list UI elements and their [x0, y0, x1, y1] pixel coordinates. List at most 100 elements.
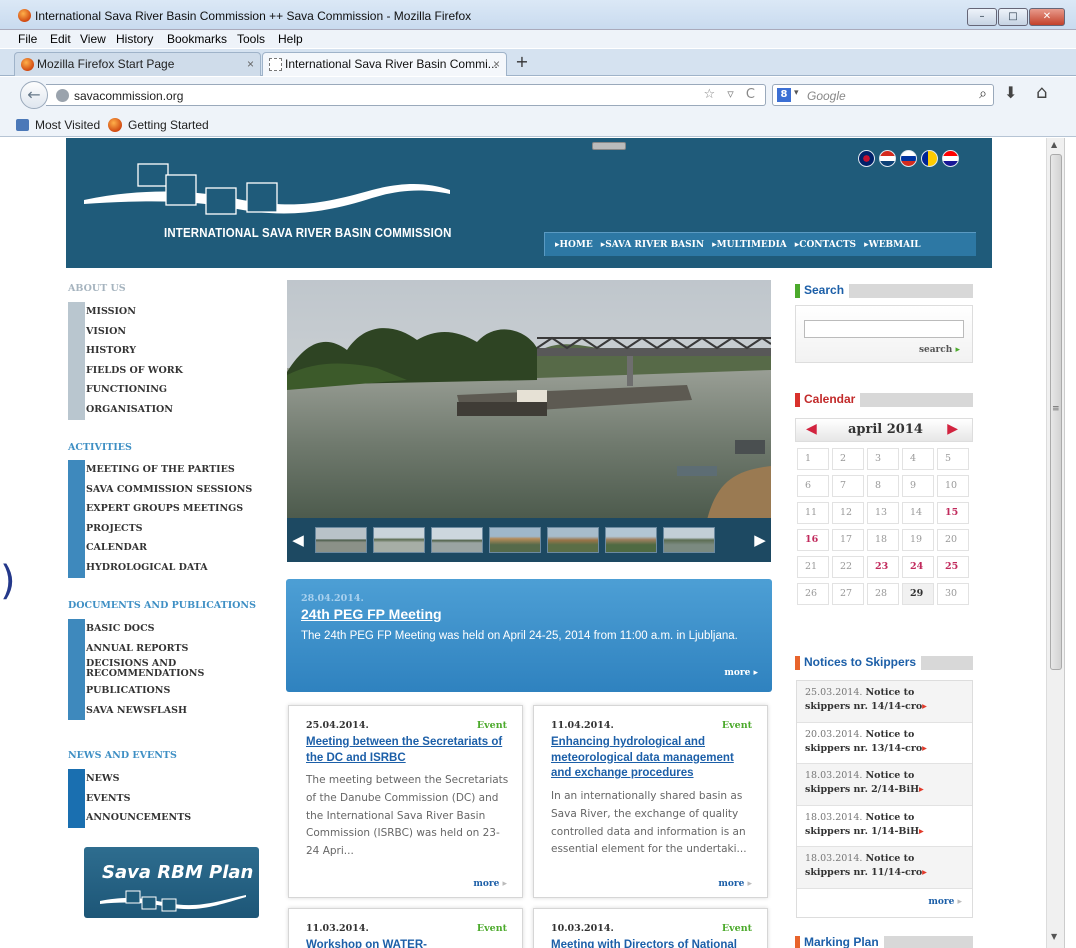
notice-link[interactable]: skippers nr. 13/14-cro [805, 743, 922, 754]
calendar-day[interactable]: 5 [937, 448, 969, 470]
thumbnail[interactable] [489, 527, 541, 553]
calendar-day[interactable]: 13 [867, 502, 899, 524]
menu-edit[interactable]: Edit [50, 32, 71, 46]
card-more-link[interactable]: more ▸ [718, 879, 752, 889]
nav-decisions[interactable]: DECISIONS AND RECOMMENDATIONS [85, 658, 268, 681]
card-title-link[interactable]: Meeting between the Secretariats of the … [306, 735, 511, 766]
scroll-down-icon[interactable]: ▼ [1051, 932, 1057, 941]
calendar-day[interactable]: 29 [902, 583, 934, 605]
new-tab-button[interactable]: + [510, 53, 534, 73]
notice-item[interactable]: 18.03.2014. Notice to skippers nr. 11/14-… [797, 847, 972, 889]
card-title-link[interactable]: Enhancing hydrological and meteorologica… [551, 735, 756, 782]
flag-croatia-icon[interactable] [942, 150, 959, 167]
nav-expert-groups[interactable]: EXPERT GROUPS MEETINGS [85, 499, 268, 519]
calendar-day[interactable]: 22 [832, 556, 864, 578]
slider-prev-icon[interactable]: ◀ [287, 531, 309, 549]
calendar-day[interactable]: 27 [832, 583, 864, 605]
back-button[interactable]: ← [20, 81, 48, 109]
bookmark-most-visited[interactable]: Most Visited [35, 118, 100, 132]
featured-title[interactable]: 24th PEG FP Meeting [301, 606, 442, 622]
section-news-events[interactable]: NEWS AND EVENTS [68, 750, 177, 761]
featured-more-link[interactable]: more ▸ [724, 668, 758, 678]
notice-link[interactable]: skippers nr. 11/14-cro [805, 867, 922, 878]
nav-sava-river-basin[interactable]: ▸SAVA RIVER BASIN [601, 240, 704, 250]
thumbnail[interactable] [431, 527, 483, 553]
calendar-day[interactable]: 3 [867, 448, 899, 470]
minimize-button[interactable]: – [967, 8, 997, 26]
calendar-day[interactable]: 1 [797, 448, 829, 470]
menu-file[interactable]: File [18, 32, 37, 46]
notice-link[interactable]: skippers nr. 14/14-cro [805, 701, 922, 712]
calendar-day[interactable]: 12 [832, 502, 864, 524]
scroll-up-icon[interactable]: ▲ [1051, 140, 1057, 149]
notice-item[interactable]: 18.03.2014. Notice to skippers nr. 1/14-B… [797, 806, 972, 847]
flag-english-icon[interactable] [858, 150, 875, 167]
home-icon[interactable]: ⌂ [1036, 82, 1047, 103]
nav-events[interactable]: EVENTS [85, 789, 268, 809]
nav-history[interactable]: HISTORY [85, 341, 268, 361]
calendar-day[interactable]: 9 [902, 475, 934, 497]
page-scrollbar[interactable]: ▲ ≡ ▼ [1046, 138, 1064, 948]
nav-vision[interactable]: VISION [85, 322, 268, 342]
dropdown-caret-icon[interactable]: ▾ [794, 88, 799, 98]
section-activities[interactable]: ACTIVITIES [68, 442, 132, 453]
card-title-link[interactable]: Workshop on WATER- [306, 938, 511, 948]
google-engine-icon[interactable]: 8 [777, 88, 791, 102]
notices-more-link[interactable]: more ▸ [797, 889, 972, 917]
notice-item[interactable]: 20.03.2014. Notice to skippers nr. 13/14-… [797, 723, 972, 764]
notice-item[interactable]: 18.03.2014. Notice to skippers nr. 2/14-B… [797, 764, 972, 806]
site-title[interactable]: INTERNATIONAL SAVA RIVER BASIN COMMISSIO… [164, 225, 452, 240]
bookmark-star-icon[interactable]: ☆ ▿ C [703, 87, 759, 102]
calendar-day[interactable]: 10 [937, 475, 969, 497]
calendar-day[interactable]: 28 [867, 583, 899, 605]
nav-announcements[interactable]: ANNOUNCEMENTS [85, 808, 268, 828]
notice-item[interactable]: 25.03.2014. Notice to skippers nr. 14/14-… [797, 681, 972, 723]
menu-help[interactable]: Help [278, 32, 303, 46]
nav-mission[interactable]: MISSION [85, 302, 268, 322]
menu-tools[interactable]: Tools [237, 32, 265, 46]
calendar-day[interactable]: 18 [867, 529, 899, 551]
nav-annual-reports[interactable]: ANNUAL REPORTS [85, 639, 268, 659]
nav-calendar[interactable]: CALENDAR [85, 538, 268, 558]
calendar-day[interactable]: 21 [797, 556, 829, 578]
thumbnail[interactable] [373, 527, 425, 553]
download-icon[interactable]: ⬇ [1004, 83, 1017, 102]
notice-link[interactable]: skippers nr. 2/14-BiH [805, 784, 919, 795]
section-documents[interactable]: DOCUMENTS AND PUBLICATIONS [68, 600, 256, 611]
thumbnail[interactable] [663, 527, 715, 553]
nav-news[interactable]: NEWS [85, 769, 268, 789]
nav-hydrological-data[interactable]: HYDROLOGICAL DATA [85, 558, 268, 578]
calendar-next-icon[interactable]: ▶ [947, 421, 958, 437]
calendar-day[interactable]: 14 [902, 502, 934, 524]
calendar-day[interactable]: 24 [902, 556, 934, 578]
thumbnail[interactable] [547, 527, 599, 553]
nav-webmail[interactable]: ▸WEBMAIL [864, 240, 921, 250]
nav-functioning[interactable]: FUNCTIONING [85, 380, 268, 400]
close-window-button[interactable]: ✕ [1029, 8, 1065, 26]
section-about-us[interactable]: ABOUT US [68, 283, 126, 294]
featured-news[interactable]: 28.04.2014. 24th PEG FP Meeting The 24th… [286, 579, 772, 692]
calendar-day[interactable]: 19 [902, 529, 934, 551]
nav-contacts[interactable]: ▸CONTACTS [795, 240, 856, 250]
nav-home[interactable]: ▸HOME [555, 240, 593, 250]
nav-basic-docs[interactable]: BASIC DOCS [85, 619, 268, 639]
flag-serbia-icon[interactable] [879, 150, 896, 167]
site-search-button[interactable]: search ▸ [919, 345, 960, 355]
thumbnail[interactable] [605, 527, 657, 553]
logo[interactable] [82, 160, 452, 220]
nav-projects[interactable]: PROJECTS [85, 519, 268, 539]
calendar-day[interactable]: 16 [797, 529, 829, 551]
flag-bosnia-icon[interactable] [921, 150, 938, 167]
menu-bookmarks[interactable]: Bookmarks [167, 32, 227, 46]
nav-multimedia[interactable]: ▸MULTIMEDIA [712, 240, 787, 250]
menu-history[interactable]: History [116, 32, 153, 46]
calendar-day[interactable]: 4 [902, 448, 934, 470]
calendar-day[interactable]: 6 [797, 475, 829, 497]
flag-slovenia-icon[interactable] [900, 150, 917, 167]
nav-fields-of-work[interactable]: FIELDS OF WORK [85, 361, 268, 381]
calendar-day[interactable]: 26 [797, 583, 829, 605]
close-tab-icon[interactable]: × [247, 57, 254, 71]
magnifier-icon[interactable]: ⌕ [979, 86, 987, 102]
calendar-day[interactable]: 8 [867, 475, 899, 497]
url-bar[interactable]: savacommission.org ☆ ▿ C [46, 84, 766, 106]
